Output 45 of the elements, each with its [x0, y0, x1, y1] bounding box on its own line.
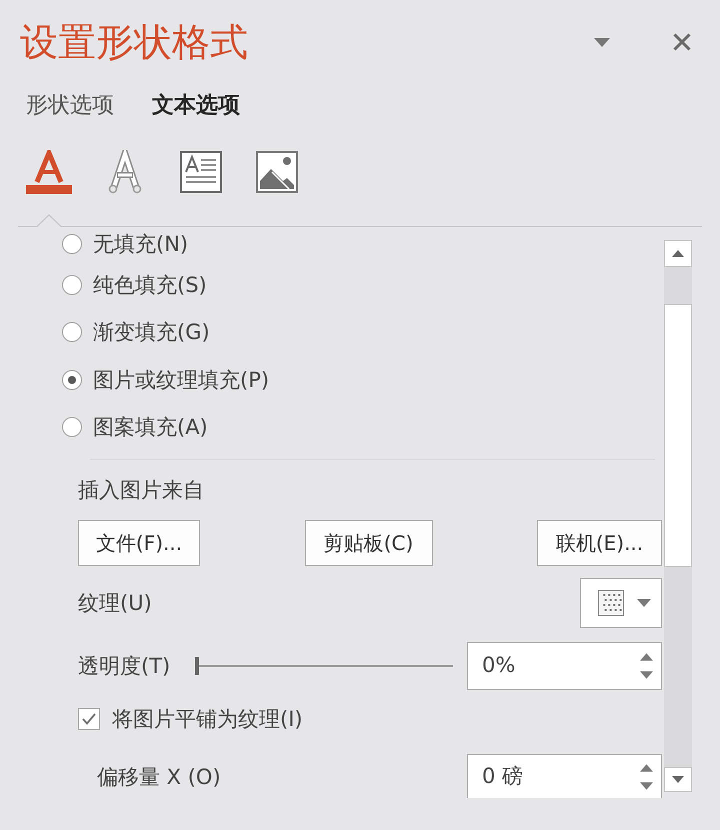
- insert-source-button[interactable]: 联机(E)...: [537, 520, 662, 566]
- decrement-arrow-icon[interactable]: [640, 782, 653, 790]
- pane-title: 设置形状格式: [20, 20, 248, 64]
- radio-button[interactable]: [62, 234, 82, 254]
- text-box-icon[interactable]: [180, 151, 222, 193]
- letter-a-outline-icon[interactable]: [108, 150, 142, 194]
- increment-arrow-icon[interactable]: [640, 653, 653, 661]
- insert-source-button[interactable]: 文件(F)...: [78, 520, 200, 566]
- offset-x-field[interactable]: 0 磅: [467, 754, 662, 798]
- caret-icon: [637, 599, 651, 607]
- radio-label[interactable]: 渐变填充(G): [93, 318, 210, 346]
- transparency-slider[interactable]: [195, 657, 453, 675]
- texture-dropdown[interactable]: [580, 578, 662, 628]
- radio-label[interactable]: 无填充(N): [93, 230, 188, 258]
- triangle-up-icon: [672, 250, 684, 257]
- triangle-down-icon: [672, 776, 684, 783]
- slider-thumb[interactable]: [195, 657, 199, 675]
- radio-button[interactable]: [62, 370, 82, 390]
- texture-label: 纹理(U): [78, 590, 152, 617]
- section-heading: 插入图片来自: [78, 477, 204, 504]
- scroll-up-button[interactable]: [664, 240, 692, 267]
- close-icon[interactable]: [673, 33, 691, 51]
- checkbox-label[interactable]: 将图片平铺为纹理(I): [112, 705, 303, 733]
- radio-label[interactable]: 纯色填充(S): [93, 270, 207, 299]
- decrement-arrow-icon[interactable]: [640, 671, 653, 679]
- radio-label[interactable]: 图案填充(A): [93, 413, 208, 442]
- letter-a-underline-icon[interactable]: [26, 150, 72, 194]
- checkbox[interactable]: [78, 708, 100, 730]
- image-icon[interactable]: [256, 151, 298, 193]
- tab[interactable]: 文本选项: [152, 91, 240, 121]
- tab[interactable]: 形状选项: [26, 91, 114, 121]
- radio-button[interactable]: [62, 417, 82, 438]
- checkmark-icon: [82, 713, 96, 725]
- radio-button[interactable]: [62, 274, 82, 295]
- transparency-field[interactable]: 0%: [467, 642, 662, 690]
- insert-source-button[interactable]: 剪贴板(C): [304, 520, 432, 566]
- scroll-down-button[interactable]: [664, 767, 692, 792]
- increment-arrow-icon[interactable]: [640, 764, 653, 772]
- offset-x-label: 偏移量 X (O): [97, 764, 221, 791]
- radio-button[interactable]: [62, 322, 82, 342]
- transparency-label: 透明度(T): [78, 653, 172, 680]
- caret-icon[interactable]: [594, 38, 610, 46]
- radio-label[interactable]: 图片或纹理填充(P): [93, 366, 270, 394]
- texture-swatch-icon: [598, 590, 624, 616]
- scrollbar-thumb[interactable]: [664, 304, 692, 567]
